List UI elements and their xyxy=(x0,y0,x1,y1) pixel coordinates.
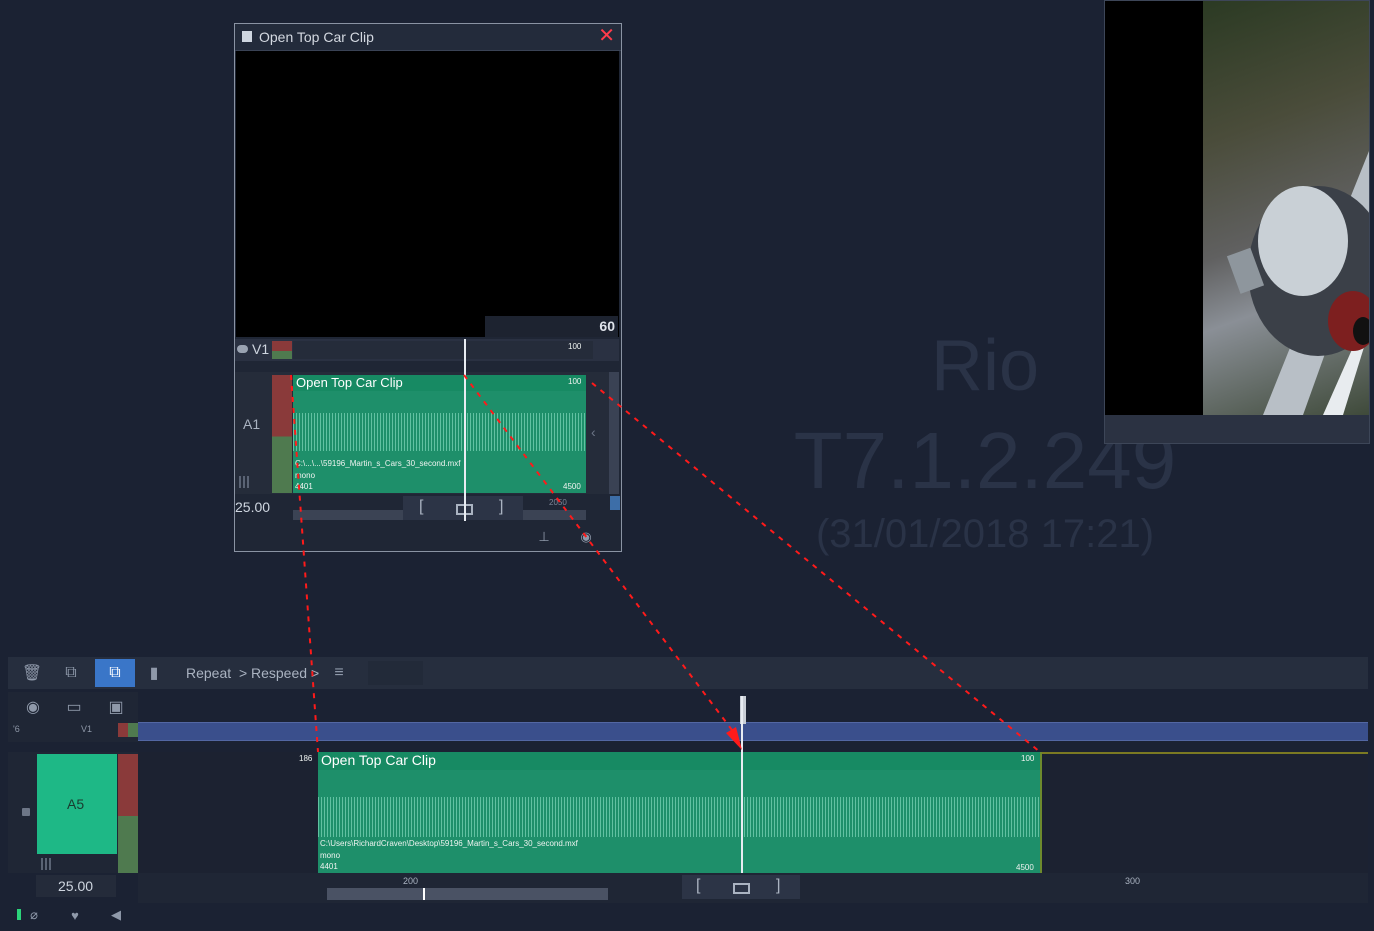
clip-a1-waveform xyxy=(293,413,586,451)
tree-icon[interactable]: ⊥ xyxy=(531,524,557,550)
track-a5-label: A5 xyxy=(67,796,85,812)
clip-a1-level: 100 xyxy=(568,377,582,386)
program-footer xyxy=(1105,415,1369,443)
watermark-date: (31/01/2018 17:21) xyxy=(815,512,1155,556)
clip-fps: 25.00 xyxy=(235,499,271,515)
trash-icon[interactable]: 🗑 xyxy=(18,659,46,687)
lock-icon[interactable] xyxy=(22,808,30,816)
a5-olive-line xyxy=(1040,752,1368,754)
timeline-fps: 25.00 xyxy=(58,878,94,894)
chevron-right-icon: > xyxy=(239,665,248,681)
hide-icon[interactable]: ⌀ xyxy=(22,903,46,927)
toolbar-spacer xyxy=(368,661,423,685)
clip-a1-start: 4401 xyxy=(295,482,313,491)
clip-v1-bar xyxy=(293,341,593,359)
clip-bottom-bar: ⊥ ◉ xyxy=(235,524,619,550)
timeline-mark-out[interactable]: ] xyxy=(776,877,780,895)
clip-a1-track: A1 Open Top Car Clip 100 C:\...\...\5919… xyxy=(235,372,619,494)
track-header-v1: ◉ ▭ ▣ '6 V1 xyxy=(8,692,138,742)
timeline-scroll-marker xyxy=(423,888,425,900)
program-monitor xyxy=(1104,0,1370,444)
monitor-icon[interactable]: ▭ xyxy=(61,694,87,720)
record-icon[interactable]: ◉ xyxy=(573,524,599,550)
ruler-label-300: 300 xyxy=(1125,876,1141,886)
chevron-left-icon[interactable]: ‹ xyxy=(591,424,596,440)
clip-ruler-label: 2050 xyxy=(549,498,567,507)
clip-a1-clip[interactable]: Open Top Car Clip 100 C:\...\...\59196_M… xyxy=(293,375,586,493)
respeed-button[interactable]: Respeed > xyxy=(251,665,319,681)
comment-icon xyxy=(237,345,248,353)
a1-level-meter xyxy=(272,375,292,493)
clip-a1-end: 4500 xyxy=(563,482,581,491)
timeline-toolbar: 🗑 ⧉ ⧉ ▮ Repeat > Respeed > ≡ xyxy=(8,657,1368,689)
watermark-product: Rio xyxy=(930,326,1040,406)
v1-track-meter xyxy=(118,723,138,737)
track-number-left: '6 xyxy=(13,724,20,734)
track-a5-button[interactable]: A5 xyxy=(37,754,117,854)
clip-transport: [ ] xyxy=(403,496,523,520)
clip-playhead[interactable] xyxy=(464,339,466,521)
timeline-play-range-icon[interactable] xyxy=(733,883,750,894)
ruler-label-200: 200 xyxy=(403,876,419,886)
program-video-frame xyxy=(1203,1,1369,415)
v1-track-lane[interactable] xyxy=(138,722,1368,741)
volume-icon[interactable]: ◀ xyxy=(104,903,128,927)
settings-sliders-icon[interactable]: ≡ xyxy=(325,659,353,687)
timeline-clip-channels: mono xyxy=(320,851,341,860)
clip-timecode: 60 xyxy=(599,318,615,334)
audio-meter-icon xyxy=(41,858,53,870)
clip-a1-label: A1 xyxy=(243,416,261,432)
audio-meter-icon xyxy=(239,476,251,488)
timeline-transport: [ ] xyxy=(682,875,800,899)
timeline-clip-waveform xyxy=(318,797,1040,837)
clip-window[interactable]: Open Top Car Clip ✕ 60 V1 100 A1 Open To… xyxy=(234,23,622,552)
marker-icon[interactable]: ♥ xyxy=(63,903,87,927)
clip-video-viewer[interactable] xyxy=(236,51,619,337)
repeat-label: Repeat xyxy=(186,665,232,681)
chevron-right-icon: > xyxy=(310,665,320,681)
car-image xyxy=(1226,151,1369,415)
clip-a1-path: C:\...\...\59196_Martin_s_Cars_30_second… xyxy=(295,459,461,468)
group-icon[interactable]: ⧉ xyxy=(95,659,135,687)
timeline-scrollbar[interactable] xyxy=(327,888,608,900)
clip-timecode-box: 60 xyxy=(485,316,618,337)
timeline-clip-name: Open Top Car Clip xyxy=(321,752,436,768)
timeline-playhead[interactable] xyxy=(741,696,743,873)
camera-icon[interactable]: ▮ xyxy=(140,659,168,687)
v1-meter xyxy=(272,341,292,359)
clip-a1-scrollbar[interactable] xyxy=(609,372,619,494)
bottom-icon-bar: ⌀ ♥ ◀ xyxy=(8,903,1368,931)
clip-window-title: Open Top Car Clip xyxy=(259,29,374,45)
timeline-clip-end: 4500 xyxy=(1016,863,1034,872)
eye-icon[interactable]: ◉ xyxy=(20,694,46,720)
clip-v1-label: V1 xyxy=(252,341,270,357)
respeed-label: Respeed xyxy=(251,665,308,681)
a5-level-meter xyxy=(118,754,138,873)
track-v1-label: V1 xyxy=(81,724,93,734)
timeline-mark-in[interactable]: [ xyxy=(696,877,700,895)
timeline-clip-level: 100 xyxy=(1021,754,1035,763)
clip-icon xyxy=(242,31,252,42)
track-header-a5: A5 xyxy=(8,752,138,873)
clip-a1-channels: mono xyxy=(295,471,316,480)
timeline-clip-offset: 186 xyxy=(299,754,313,763)
repeat-button[interactable]: Repeat > xyxy=(186,665,247,681)
green-indicator xyxy=(17,909,21,920)
clip-mark-in[interactable]: [ xyxy=(419,498,423,516)
capture-icon[interactable]: ▣ xyxy=(103,694,129,720)
split-clip-icon[interactable]: ⧉ xyxy=(57,659,85,687)
clip-v1-value: 100 xyxy=(568,342,582,351)
timeline-clip-path: C:\Users\RichardCraven\Desktop\59196_Mar… xyxy=(320,839,578,848)
program-video-black xyxy=(1105,1,1203,415)
close-icon[interactable]: ✕ xyxy=(598,25,615,47)
clip-blue-marker xyxy=(610,496,620,510)
clip-v1-row: V1 100 xyxy=(235,339,619,361)
timeline-fps-box: 25.00 xyxy=(36,875,116,897)
clip-mark-out[interactable]: ] xyxy=(499,498,503,516)
clip-window-titlebar[interactable]: Open Top Car Clip ✕ xyxy=(235,24,621,51)
timeline-clip-start: 4401 xyxy=(320,862,338,871)
clip-a1-name: Open Top Car Clip xyxy=(296,375,403,390)
timeline-clip[interactable]: Open Top Car Clip 100 C:\Users\RichardCr… xyxy=(318,752,1042,873)
